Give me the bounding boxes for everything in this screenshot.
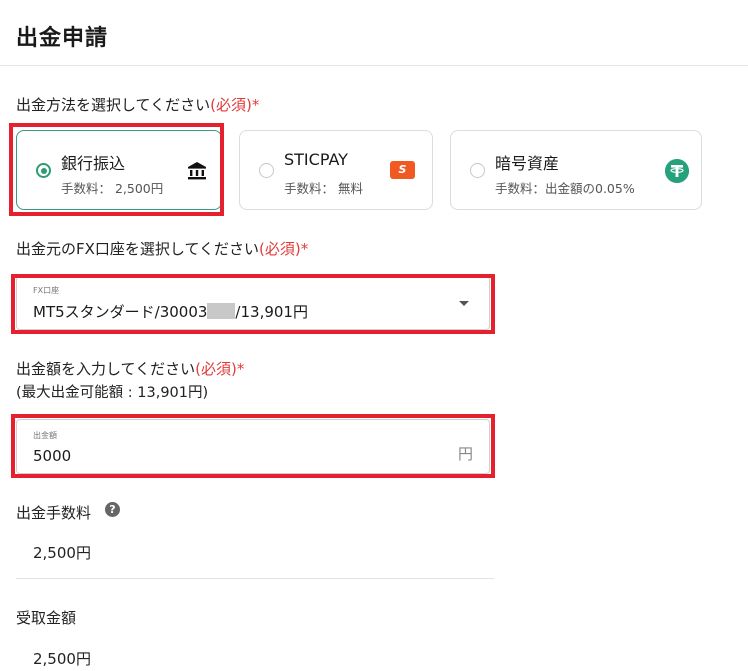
fx-account-value-prefix: MT5スタンダード/30003: [33, 303, 208, 321]
amount-section-label: 出金額を入力してください(必須)*: [16, 358, 244, 379]
fee-value: 2,500円: [33, 544, 91, 562]
fee-section-label: 出金手数料: [16, 504, 92, 522]
method-name: STICPAY: [284, 150, 348, 169]
receive-value: 2,500円: [33, 650, 91, 668]
amount-field-label: 出金額: [33, 431, 57, 440]
method-fee: 手数料： 2,500円: [61, 181, 164, 196]
divider: [16, 578, 494, 579]
sticpay-icon: S: [390, 161, 415, 179]
radio-bank-transfer[interactable]: [36, 163, 51, 178]
bank-icon: [188, 162, 206, 180]
method-card-sticpay[interactable]: STICPAY 手数料： 無料 S: [239, 130, 433, 210]
page-title: 出金申請: [16, 26, 109, 51]
fx-account-value: MT5スタンダード/30003/13,901円: [33, 301, 308, 322]
radio-crypto[interactable]: [470, 163, 485, 178]
yen-unit: 円: [457, 445, 473, 463]
required-mark: (必須)*: [210, 96, 260, 114]
receive-section-label: 受取金額: [16, 609, 77, 627]
method-label-text: 出金方法を選択してください: [16, 96, 211, 114]
method-section-label: 出金方法を選択してください(必須)*: [16, 94, 259, 115]
method-fee: 手数料： 無料: [284, 181, 363, 196]
required-mark: (必須)*: [259, 240, 309, 258]
method-card-crypto[interactable]: 暗号資産 手数料：出金額の0.05%: [450, 130, 702, 210]
amount-label-text: 出金額を入力してください: [16, 360, 196, 378]
method-name: 銀行振込: [61, 154, 126, 173]
method-name: 暗号資産: [495, 154, 560, 173]
account-section-label: 出金元のFX口座を選択してください(必須)*: [16, 238, 308, 259]
account-label-text: 出金元のFX口座を選択してください: [16, 240, 260, 258]
fx-account-label: FX口座: [33, 286, 60, 295]
fx-account-value-suffix: /13,901円: [235, 303, 308, 321]
radio-sticpay[interactable]: [259, 163, 274, 178]
chevron-down-icon[interactable]: [459, 301, 469, 306]
required-mark: (必須)*: [195, 360, 245, 378]
amount-input[interactable]: [33, 447, 413, 465]
fx-account-select[interactable]: FX口座 MT5スタンダード/30003/13,901円: [16, 276, 490, 330]
masked-account-number: [207, 303, 236, 319]
max-withdrawal-note: (最大出金可能額 : 13,901円): [16, 385, 209, 401]
method-fee: 手数料：出金額の0.05%: [495, 181, 635, 196]
amount-field[interactable]: 出金額 円: [16, 419, 490, 474]
help-icon[interactable]: ?: [105, 502, 120, 517]
page-header: 出金申請: [0, 0, 748, 66]
method-card-bank-transfer[interactable]: 銀行振込 手数料： 2,500円: [16, 130, 222, 210]
tether-icon: [665, 159, 689, 183]
